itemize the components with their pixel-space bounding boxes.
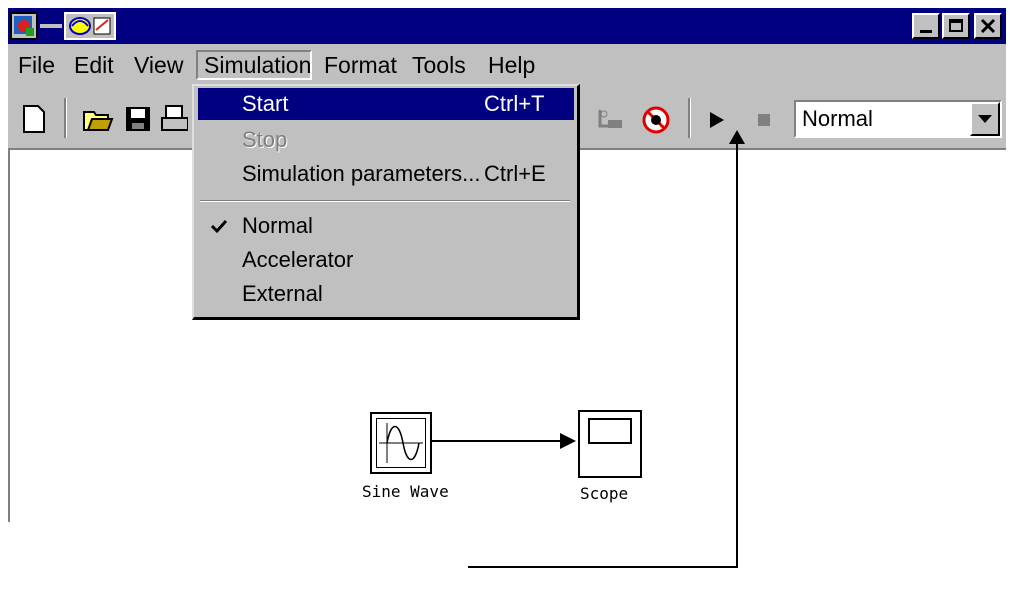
accelerator-label: Accelerator <box>242 247 354 272</box>
sine-wave-label: Sine Wave <box>362 482 449 501</box>
menu-tools[interactable]: Tools <box>406 50 472 80</box>
debugger-icon[interactable] <box>640 104 672 136</box>
maximize-icon <box>949 19 963 32</box>
menu-view[interactable]: View <box>128 50 189 80</box>
toolbar-separator <box>64 98 67 138</box>
start-shortcut: Ctrl+T <box>484 91 545 116</box>
toolbar-separator <box>688 98 691 138</box>
scope-screen-icon <box>588 418 632 444</box>
maximize-button[interactable] <box>942 13 970 39</box>
title-connector <box>40 24 62 28</box>
menu-separator <box>200 200 570 202</box>
menu-file[interactable]: File <box>12 50 61 80</box>
annotation-line <box>468 566 738 568</box>
menu-item-accelerator[interactable]: Accelerator <box>198 244 574 276</box>
dropdown-button[interactable] <box>970 102 1000 136</box>
minimize-icon <box>920 30 932 33</box>
menu-edit[interactable]: Edit <box>68 50 120 80</box>
start-icon[interactable] <box>708 110 726 130</box>
title-bar <box>8 8 1006 44</box>
simulation-mode-select[interactable]: Normal <box>794 100 1002 138</box>
menu-item-normal[interactable]: Normal <box>198 210 574 242</box>
minimize-button[interactable] <box>912 13 940 39</box>
menu-format[interactable]: Format <box>318 50 403 80</box>
stop-label: Stop <box>242 127 288 152</box>
stop-icon[interactable] <box>758 114 770 126</box>
scope-label: Scope <box>580 484 629 503</box>
parameters-shortcut: Ctrl+E <box>484 161 546 186</box>
annotation-line <box>736 140 738 568</box>
menu-item-external[interactable]: External <box>198 278 574 310</box>
simulation-mode-value: Normal <box>802 106 873 131</box>
annotation-arrowhead-icon <box>729 130 745 144</box>
menu-item-parameters[interactable]: Simulation parameters... Ctrl+E <box>198 158 574 190</box>
new-icon[interactable] <box>22 104 46 134</box>
simulation-menu: Start Ctrl+T Stop Simulation parameters.… <box>192 84 580 320</box>
signal-line[interactable] <box>432 440 570 442</box>
library-icon[interactable] <box>596 106 626 134</box>
app-icon[interactable] <box>10 12 38 40</box>
menu-simulation[interactable]: Simulation <box>196 50 312 80</box>
model-browser-icon[interactable] <box>64 12 116 40</box>
external-label: External <box>242 281 323 306</box>
menu-help[interactable]: Help <box>482 50 541 80</box>
sine-wave-block[interactable] <box>370 412 432 474</box>
chevron-down-icon <box>978 115 992 123</box>
open-icon[interactable] <box>82 104 114 134</box>
normal-label: Normal <box>242 213 313 238</box>
sine-wave-icon <box>376 418 426 468</box>
parameters-label: Simulation parameters... <box>242 161 481 186</box>
save-icon[interactable] <box>124 104 152 134</box>
close-icon <box>980 18 996 34</box>
print-icon[interactable] <box>160 104 188 134</box>
menu-item-stop[interactable]: Stop <box>198 124 574 156</box>
close-button[interactable] <box>974 13 1002 39</box>
scope-block[interactable] <box>578 410 642 478</box>
arrowhead-icon <box>560 433 576 449</box>
menu-item-start[interactable]: Start Ctrl+T <box>198 88 574 120</box>
start-label: Start <box>242 91 289 116</box>
